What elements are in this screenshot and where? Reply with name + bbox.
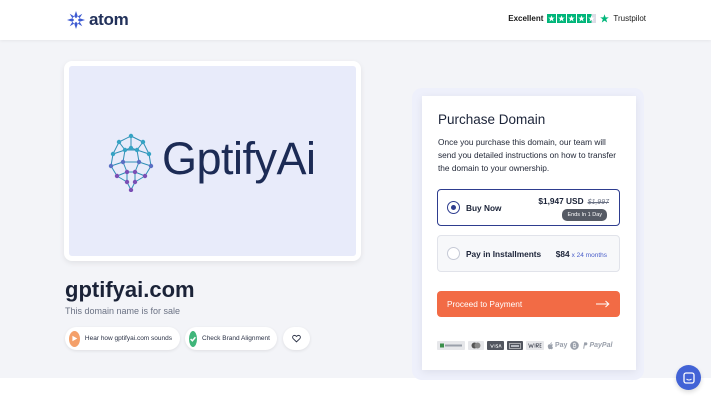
trust-label: Excellent	[508, 14, 544, 23]
buy-now-price: $1,947 USD $1,997	[538, 196, 609, 206]
buy-now-price-value: $1,947 USD	[538, 196, 584, 206]
paypal-label: PayPal	[589, 342, 613, 349]
installments-term: x 24 months	[571, 252, 607, 259]
buy-now-option[interactable]: Buy Now $1,947 USD $1,997 Ends In 1 Day	[437, 189, 620, 226]
installments-price: $84 x 24 months	[556, 249, 607, 259]
paypal-icon: PayPal	[582, 342, 612, 349]
offer-ends-badge: Ends In 1 Day	[562, 209, 607, 221]
purchase-description: Once you purchase this domain, our team …	[438, 137, 617, 173]
check-icon	[189, 330, 197, 347]
amex-icon	[507, 341, 523, 350]
brand-wordmark-main: Gptify	[162, 133, 277, 184]
brand-wordmark-suffix: Ai	[276, 133, 317, 184]
star-icon	[567, 14, 577, 23]
play-icon	[69, 330, 80, 347]
check-brand-alignment-label: Check Brand Alignment	[202, 335, 270, 342]
domain-name: gptifyai.com	[65, 277, 195, 302]
brand-wordmark: GptifyAi	[162, 136, 316, 181]
buy-now-old-price: $1,997	[587, 199, 609, 206]
proceed-to-payment-button[interactable]: Proceed to Payment	[437, 291, 620, 317]
star-icon	[577, 14, 587, 23]
atom-logo[interactable]: atom	[67, 10, 129, 30]
domain-logo-preview: GptifyAi	[64, 61, 361, 261]
atom-logo-icon	[67, 11, 85, 29]
arrow-right-icon	[596, 300, 610, 308]
hear-pronunciation-button[interactable]: Hear how gptifyai.com sounds	[65, 327, 180, 350]
domain-subtitle: This domain name is for sale	[65, 306, 181, 316]
half-star-icon	[587, 14, 597, 23]
chat-widget-button[interactable]	[676, 365, 701, 390]
apple-pay-label: Pay	[555, 342, 568, 349]
trustpilot-name: Trustpilot	[613, 14, 646, 23]
buy-now-label: Buy Now	[466, 203, 502, 213]
installments-label: Pay in Installments	[466, 249, 542, 259]
favorite-button[interactable]	[283, 327, 310, 350]
heart-icon	[292, 334, 301, 343]
purchase-title: Purchase Domain	[438, 112, 546, 127]
payment-methods: Pay PayPal	[437, 341, 612, 350]
trust-stars	[547, 14, 597, 23]
top-bar: atom Excellent Trustpilot	[0, 0, 711, 40]
logo-text: atom	[89, 10, 129, 29]
proceed-to-payment-label: Proceed to Payment	[447, 299, 523, 309]
installments-price-value: $84	[555, 249, 570, 259]
lower-section-band	[0, 378, 711, 400]
star-icon	[547, 14, 557, 23]
purchase-card: Purchase Domain Once you purchase this d…	[422, 96, 636, 370]
hear-pronunciation-label: Hear how gptifyai.com sounds	[84, 335, 172, 342]
apple-pay-icon: Pay	[547, 341, 568, 350]
mastercard-icon	[468, 341, 484, 350]
installments-option[interactable]: Pay in Installments $84 x 24 months	[437, 235, 620, 272]
visa-icon	[487, 341, 504, 350]
trustpilot-rating[interactable]: Excellent Trustpilot	[508, 14, 646, 23]
check-brand-alignment-button[interactable]: Check Brand Alignment	[185, 327, 277, 350]
buy-now-radio[interactable]	[447, 201, 460, 214]
wire-transfer-icon	[526, 341, 544, 350]
installments-radio[interactable]	[447, 247, 460, 260]
trustpilot-star-icon	[600, 14, 610, 23]
chat-icon	[682, 371, 695, 384]
bitcoin-icon	[570, 341, 580, 350]
brain-network-icon	[108, 133, 154, 192]
preview-canvas: GptifyAi	[69, 66, 356, 256]
escrow-logo-icon	[437, 341, 465, 350]
star-icon	[557, 14, 567, 23]
